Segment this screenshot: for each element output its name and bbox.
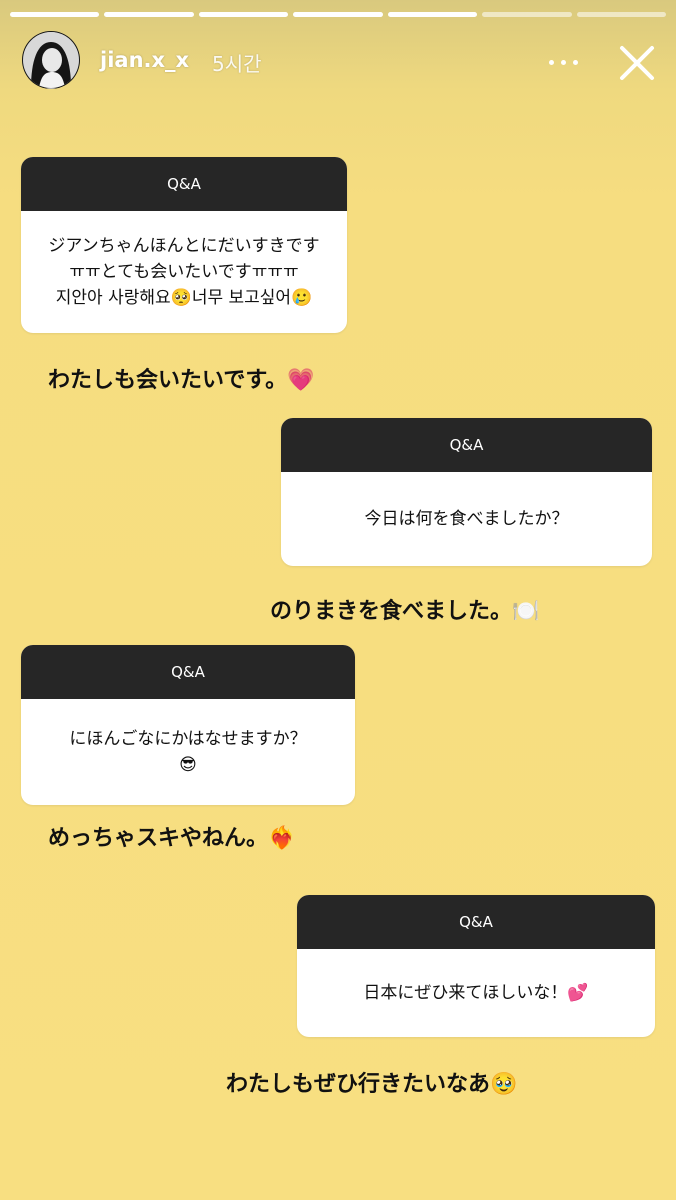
- qa-question-text: ジアンちゃんほんとにだいすきです ㅠㅠとても会いたいですㅠㅠㅠ 지안아 사랑해요…: [21, 211, 347, 333]
- qa-question-text: にほんごなにかはなせますか？ 😎: [21, 699, 355, 805]
- qa-question-line: ㅠㅠとても会いたいですㅠㅠㅠ: [69, 262, 299, 282]
- story-progress-segment: [104, 12, 194, 17]
- story-username[interactable]: jian.x_x: [100, 48, 189, 72]
- qa-answer-text: わたしもぜひ行きたいなあ🥹: [226, 1072, 518, 1097]
- story-timestamp: 5시간: [212, 52, 262, 76]
- qa-question-card[interactable]: Q&A 日本にぜひ来てほしいな！💕: [297, 895, 655, 1037]
- qa-question-line: 😎: [179, 755, 197, 775]
- qa-answer-text: めっちゃスキやねん。❤️‍🔥: [48, 826, 296, 851]
- story-progress-segment: [10, 12, 100, 17]
- more-options-icon[interactable]: [546, 47, 582, 77]
- qa-question-text: 今日は何を食べましたか？: [281, 472, 652, 566]
- qa-question-card[interactable]: Q&A ジアンちゃんほんとにだいすきです ㅠㅠとても会いたいですㅠㅠㅠ 지안아 …: [21, 157, 347, 333]
- qa-question-card[interactable]: Q&A 今日は何を食べましたか？: [281, 418, 652, 566]
- story-progress-segment: [482, 12, 572, 17]
- story-progress-segment: [387, 12, 478, 17]
- story-progress-segment: [198, 12, 289, 17]
- close-icon[interactable]: [614, 40, 660, 86]
- qa-card-header: Q&A: [281, 418, 652, 472]
- avatar[interactable]: [22, 31, 80, 89]
- qa-question-text: 日本にぜひ来てほしいな！💕: [297, 949, 655, 1037]
- qa-card-header: Q&A: [21, 645, 355, 699]
- qa-answer-text: わたしも会いたいです。💗: [48, 368, 315, 393]
- story-header: jian.x_x 5시간: [22, 30, 660, 90]
- qa-card-header: Q&A: [297, 895, 655, 949]
- story-progress-segment: [293, 12, 383, 17]
- qa-question-line: 今日は何を食べましたか？: [364, 509, 569, 529]
- qa-question-line: 지안아 사랑해요🥺너무 보고싶어🥲: [55, 288, 313, 308]
- story-progress-segment: [576, 12, 666, 17]
- story-progress-bar: [10, 12, 666, 17]
- qa-question-line: 日本にぜひ来てほしいな！💕: [363, 983, 589, 1003]
- avatar-image: [23, 32, 79, 88]
- qa-card-header: Q&A: [21, 157, 347, 211]
- qa-question-line: ジアンちゃんほんとにだいすきです: [48, 236, 320, 256]
- qa-answer-text: のりまきを食べました。🍽️: [270, 599, 540, 624]
- qa-question-line: にほんごなにかはなせますか？: [69, 729, 307, 749]
- qa-question-card[interactable]: Q&A にほんごなにかはなせますか？ 😎: [21, 645, 355, 805]
